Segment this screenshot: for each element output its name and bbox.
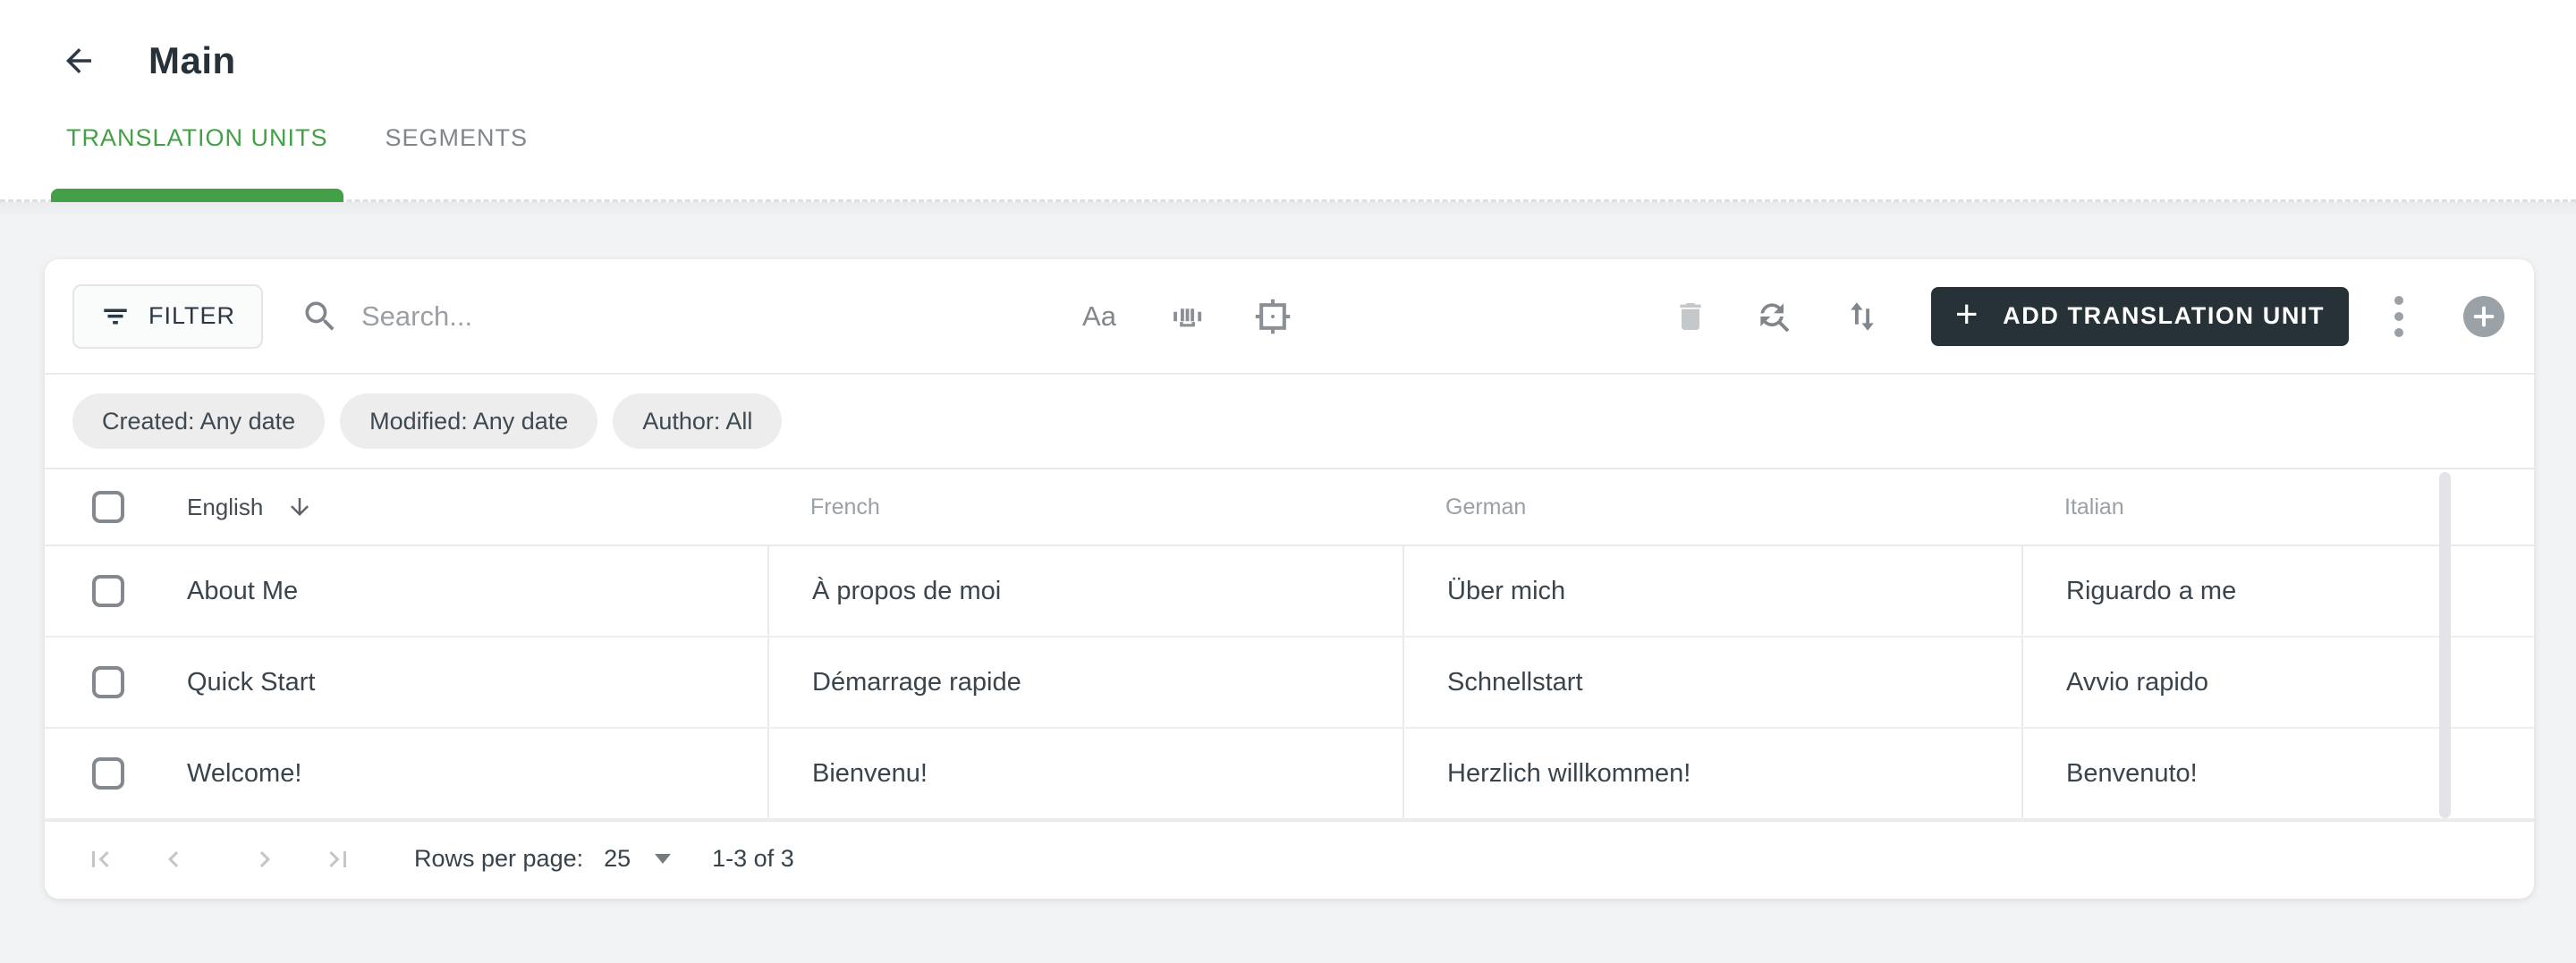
add-translation-unit-label: ADD TRANSLATION UNIT [2003, 302, 2326, 329]
caret-down-icon [655, 854, 672, 864]
column-header-label: English [187, 493, 264, 520]
sort-up-down-icon [1851, 301, 1874, 331]
content-area: FILTER Aa [0, 202, 2576, 963]
column-header-english[interactable]: English [187, 494, 767, 521]
last-page-icon [329, 850, 346, 867]
cell-french: Bienvenu! [767, 729, 1402, 818]
chip-label: Author: All [642, 407, 753, 435]
row-checkbox[interactable] [92, 575, 124, 607]
cell-french: À propos de moi [767, 546, 1402, 636]
cell-italian: Benvenuto! [2021, 729, 2445, 818]
pagination-range: 1-3 of 3 [712, 845, 794, 872]
cell-gutter [2445, 638, 2534, 727]
tab-label: TRANSLATION UNITS [66, 124, 328, 151]
active-tab-indicator [51, 189, 343, 202]
selection-frame-button[interactable] [1253, 297, 1292, 336]
cell-german: Herzlich willkommen! [1402, 729, 2021, 818]
chip-label: Modified: Any date [369, 407, 569, 435]
column-header-german[interactable]: German [1402, 494, 2021, 520]
pagination-bar: Rows per page: 25 1-3 of 3 [45, 820, 2534, 896]
next-page-button[interactable] [249, 843, 281, 875]
find-replace-button[interactable] [1754, 297, 1793, 336]
tab-bar: TRANSLATION UNITS SEGMENTS [51, 124, 544, 202]
cell-french: Démarrage rapide [767, 638, 1402, 727]
tab-segments[interactable]: SEGMENTS [370, 124, 544, 199]
cell-gutter [2445, 729, 2534, 818]
row-checkbox-cell [45, 729, 187, 818]
chip-created[interactable]: Created: Any date [72, 393, 326, 449]
page: Main TRANSLATION UNITS SEGMENTS FILTER S… [0, 0, 2576, 963]
cell-english: Welcome! [187, 758, 302, 788]
filter-chips-row: Created: Any date Modified: Any date Aut… [45, 375, 2534, 469]
cell-german: Über mich [1402, 546, 2021, 636]
cell-gutter [2445, 546, 2534, 636]
whole-word-icon-button[interactable] [1168, 298, 1206, 335]
add-translation-unit-button[interactable]: + ADD TRANSLATION UNIT [1931, 286, 2349, 346]
cell-italian: Riguardo a me [2021, 546, 2445, 636]
filter-button-label: FILTER [148, 302, 235, 329]
chip-author[interactable]: Author: All [613, 393, 783, 449]
cell-german: Schnellstart [1402, 638, 2021, 727]
rows-per-page-select[interactable]: 25 [604, 845, 672, 873]
last-page-button[interactable] [322, 843, 354, 875]
arrow-left-icon [66, 48, 91, 73]
table-row[interactable]: Welcome! Bienvenu! Herzlich willkommen! … [45, 729, 2534, 820]
search-icon [305, 301, 335, 331]
chip-modified[interactable]: Modified: Any date [340, 393, 598, 449]
table-row[interactable]: Quick Start Démarrage rapide Schnellstar… [45, 638, 2534, 729]
cell-italian: Avvio rapido [2021, 638, 2445, 727]
selection-frame-icon [1255, 299, 1291, 334]
find-replace-icon [1760, 302, 1790, 332]
select-all-checkbox[interactable] [92, 491, 124, 523]
toolbar: FILTER Aa [45, 259, 2534, 375]
header-checkbox-cell [45, 469, 187, 545]
table-row[interactable]: About Me À propos de moi Über mich Rigua… [45, 546, 2534, 638]
row-checkbox[interactable] [92, 757, 124, 790]
translation-units-table: English French German Italian About Me À… [45, 469, 2534, 820]
row-checkbox-cell [45, 546, 187, 636]
search-input[interactable] [361, 300, 989, 333]
back-button[interactable] [59, 41, 98, 80]
search-box [301, 297, 989, 336]
first-page-button[interactable] [84, 843, 116, 875]
tab-translation-units[interactable]: TRANSLATION UNITS [51, 124, 343, 202]
chevron-right-icon [259, 850, 270, 867]
filter-icon [104, 308, 127, 324]
rows-per-page-value: 25 [604, 845, 631, 872]
first-page-icon [92, 850, 109, 867]
kebab-menu-icon [2394, 295, 2403, 337]
page-header: Main TRANSLATION UNITS SEGMENTS [0, 0, 2576, 202]
search-options: Aa [1078, 297, 1292, 336]
cell-english: Quick Start [187, 667, 316, 697]
page-title: Main [148, 39, 236, 81]
sort-arrow-down-icon [291, 498, 309, 516]
column-header-italian[interactable]: Italian [2021, 494, 2445, 520]
plus-circle-icon [2473, 306, 2495, 326]
plus-icon: + [1954, 291, 1980, 336]
previous-page-button[interactable] [157, 843, 190, 875]
row-checkbox-cell [45, 638, 187, 727]
delete-button[interactable] [1673, 299, 1708, 334]
sort-button[interactable] [1843, 298, 1881, 335]
rows-per-page-label: Rows per page: [414, 845, 584, 872]
table-header-row: English French German Italian [45, 469, 2534, 546]
title-row: Main [0, 0, 2576, 82]
trash-icon [1680, 302, 1701, 330]
match-case-button[interactable]: Aa [1078, 300, 1121, 333]
column-header-french[interactable]: French [767, 494, 1402, 520]
translation-units-card: FILTER Aa [45, 259, 2534, 899]
cell-english: About Me [187, 576, 299, 605]
whole-word-icon [1174, 308, 1202, 326]
chip-label: Created: Any date [102, 407, 296, 435]
vertical-scrollbar[interactable] [2439, 472, 2451, 818]
filter-button[interactable]: FILTER [72, 283, 263, 349]
tab-label: SEGMENTS [385, 124, 529, 151]
row-checkbox[interactable] [92, 666, 124, 698]
more-options-button[interactable] [2392, 293, 2406, 340]
chevron-left-icon [168, 850, 179, 867]
add-circle-button[interactable] [2463, 295, 2504, 337]
